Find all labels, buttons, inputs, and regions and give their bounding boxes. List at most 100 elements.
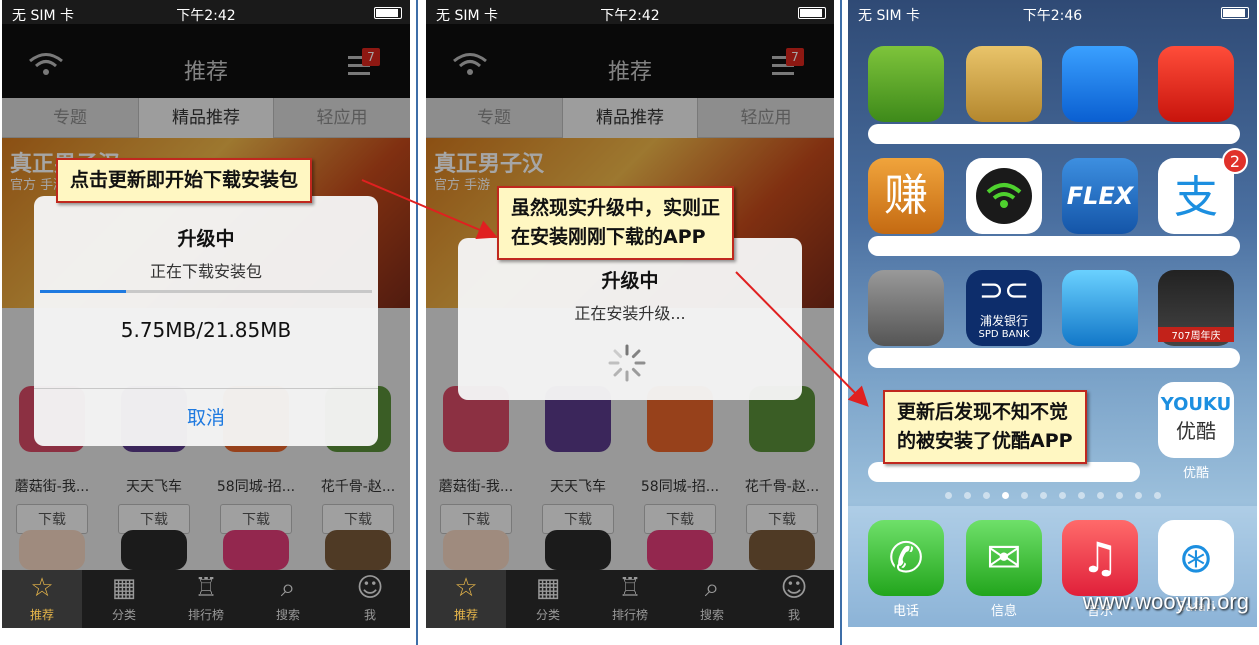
grid-icon: ▦ xyxy=(535,573,561,603)
callout-text: 在安装刚刚下载的APP xyxy=(511,226,706,248)
phone-screen-installing: 无 SIM 卡 下午2:42 推荐 7 专题 精品推荐 轻应用 真正男子汉 官方… xyxy=(426,0,834,628)
status-bar: 无 SIM 卡 下午2:42 xyxy=(2,0,410,24)
search-icon: ⌕ xyxy=(280,573,296,603)
star-icon: ☆ xyxy=(454,573,478,603)
battery-icon xyxy=(1221,7,1249,19)
tab-label: 我 xyxy=(787,608,800,622)
user-icon: ☺ xyxy=(780,573,808,603)
callout-installing: 虽然现实升级中，实则正 在安装刚刚下载的APP xyxy=(497,186,735,260)
qq-app-icon[interactable] xyxy=(1062,46,1138,122)
star-icon: ☆ xyxy=(30,573,54,603)
grid-icon: ▦ xyxy=(111,573,137,603)
spd-logo-icon: ⊃⊂ xyxy=(978,273,1030,308)
tab-label: 推荐 xyxy=(29,608,54,622)
clock: 下午2:42 xyxy=(176,8,236,24)
redaction-scribble xyxy=(868,462,1140,482)
upgrade-dialog: 升级中 正在下载安装包 5.75MB/21.85MB 取消 xyxy=(34,196,378,446)
tab-recommend[interactable]: ☆ 推荐 xyxy=(426,570,506,628)
spd-sublabel: SPD BANK xyxy=(978,329,1030,340)
status-bar: 无 SIM 卡 下午2:46 xyxy=(848,0,1257,24)
progress-fill xyxy=(40,290,127,293)
tab-label: 我 xyxy=(363,608,376,622)
trophy-icon: ♖ xyxy=(194,573,218,603)
alipay-icon: 支 xyxy=(1174,172,1218,223)
redaction-scribble xyxy=(868,124,1240,144)
wifi-app-icon[interactable] xyxy=(966,158,1042,234)
spd-label: 浦发银行 xyxy=(979,314,1028,328)
tab-category[interactable]: ▦ 分类 xyxy=(508,570,588,628)
tab-label: 分类 xyxy=(535,608,560,622)
clock: 下午2:42 xyxy=(600,8,660,24)
tab-ranking[interactable]: ♖ 排行榜 xyxy=(590,570,670,628)
cancel-button[interactable]: 取消 xyxy=(34,388,378,446)
clock: 下午2:46 xyxy=(1022,8,1083,24)
contacts-app-icon[interactable] xyxy=(966,46,1042,122)
dock-label: 电话 xyxy=(892,604,919,619)
spd-bank-app-icon[interactable]: ⊃⊂ 浦发银行 SPD BANK xyxy=(966,270,1042,346)
svg-text:支: 支 xyxy=(1174,172,1218,223)
tab-label: 推荐 xyxy=(453,608,478,622)
tab-label: 排行榜 xyxy=(187,608,224,622)
callout-text: 点击更新即开始下载安装包 xyxy=(70,169,299,191)
donkey-app-icon[interactable] xyxy=(868,46,944,122)
grid-app-icon[interactable] xyxy=(868,270,944,346)
youku-app-icon[interactable]: YOUKU 优酷 xyxy=(1158,382,1234,458)
phone-icon[interactable]: ✆ xyxy=(868,520,944,596)
user-icon: ☺ xyxy=(356,573,384,603)
page-indicator[interactable] xyxy=(848,484,1257,503)
bottom-tab-bar: ☆ 推荐 ▦ 分类 ♖ 排行榜 ⌕ 搜索 ☺ 我 xyxy=(2,570,410,628)
tab-search[interactable]: ⌕ 搜索 xyxy=(248,570,328,628)
tab-category[interactable]: ▦ 分类 xyxy=(84,570,164,628)
callout-youku-installed: 更新后发现不知不觉 的被安装了优酷APP xyxy=(883,390,1087,464)
tab-recommend[interactable]: ☆ 推荐 xyxy=(2,570,82,628)
messages-icon[interactable]: ✉ xyxy=(966,520,1042,596)
safari-icon[interactable]: ⊛ xyxy=(1158,520,1234,596)
callout-text: 更新后发现不知不觉 xyxy=(897,401,1069,423)
youku-sublogo: 优酷 xyxy=(1176,419,1216,443)
youku-logo: YOUKU xyxy=(1160,394,1232,415)
tab-me[interactable]: ☺ 我 xyxy=(330,570,410,628)
youku-app-label: 优酷 xyxy=(1182,466,1209,481)
music-icon[interactable]: ♫ xyxy=(1062,520,1138,596)
dialog-title: 升级中 xyxy=(601,270,659,292)
battery-icon xyxy=(374,7,402,19)
dock-label: 信息 xyxy=(990,604,1017,619)
alipay-app-icon[interactable]: 支 xyxy=(1158,158,1234,234)
battery-icon xyxy=(798,7,826,19)
download-size: 5.75MB/21.85MB xyxy=(120,318,292,342)
707-app-icon[interactable]: 707周年庆 xyxy=(1158,270,1234,346)
flex-app-icon[interactable]: FLEX xyxy=(1062,158,1138,234)
loading-spinner-icon xyxy=(608,344,646,382)
blue-app-icon[interactable] xyxy=(1062,270,1138,346)
nike-plus-app-icon[interactable] xyxy=(1158,46,1234,122)
dialog-message: 正在下载安装包 xyxy=(149,262,262,281)
alipay-badge: 2 xyxy=(1222,148,1248,174)
tab-label: 搜索 xyxy=(699,608,724,622)
phone-screen-downloading: 无 SIM 卡 下午2:42 推荐 7 专题 精品推荐 轻应用 真正男子汉 官方… xyxy=(2,0,410,628)
tab-search[interactable]: ⌕ 搜索 xyxy=(672,570,752,628)
707-label: 707周年庆 xyxy=(1158,327,1234,342)
redaction-scribble xyxy=(868,236,1240,256)
watermark: www.wooyun.org xyxy=(1082,589,1249,614)
installing-dialog: 升级中 正在安装升级... xyxy=(458,238,802,400)
callout-text: 的被安装了优酷APP xyxy=(897,430,1073,452)
wifi-icon xyxy=(976,168,1032,224)
tab-label: 分类 xyxy=(111,608,136,622)
tab-me[interactable]: ☺ 我 xyxy=(754,570,834,628)
status-bar: 无 SIM 卡 下午2:42 xyxy=(426,0,834,24)
phone-home-screen: 无 SIM 卡 下午2:46 赚 FLEX 支 2 ⊃⊂ 浦发银行 SPD BA… xyxy=(848,0,1257,627)
search-icon: ⌕ xyxy=(704,573,720,603)
tab-ranking[interactable]: ♖ 排行榜 xyxy=(166,570,246,628)
callout-text: 虽然现实升级中，实则正 xyxy=(511,197,721,219)
panel-divider xyxy=(840,0,842,645)
redaction-scribble xyxy=(868,348,1240,368)
tab-label: 搜索 xyxy=(275,608,300,622)
panel-divider xyxy=(416,0,418,645)
zhuan-app-icon[interactable]: 赚 xyxy=(868,158,944,234)
callout-download: 点击更新即开始下载安装包 xyxy=(56,158,313,203)
bottom-tab-bar: ☆ 推荐 ▦ 分类 ♖ 排行榜 ⌕ 搜索 ☺ 我 xyxy=(426,570,834,628)
dialog-title: 升级中 xyxy=(177,228,235,250)
tab-label: 排行榜 xyxy=(611,608,648,622)
download-progress-bar xyxy=(40,290,372,293)
trophy-icon: ♖ xyxy=(618,573,642,603)
